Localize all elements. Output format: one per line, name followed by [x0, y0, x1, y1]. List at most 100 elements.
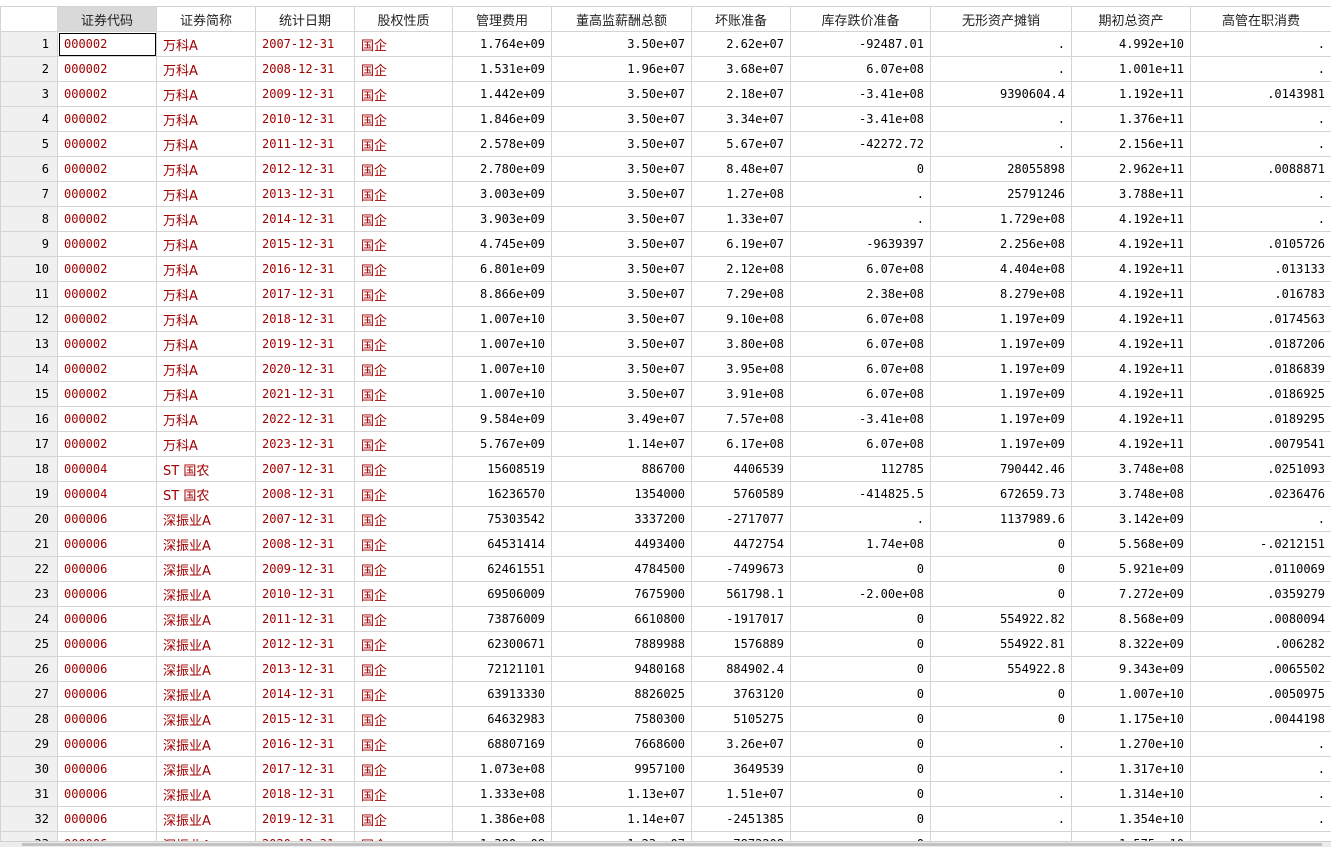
numeric-cell[interactable]: 64531414	[452, 531, 552, 557]
numeric-cell[interactable]: 1.197e+09	[930, 431, 1072, 457]
numeric-cell[interactable]: 0	[930, 581, 1072, 607]
string-cell[interactable]: 深振业A	[156, 806, 256, 832]
numeric-cell[interactable]: 62300671	[452, 631, 552, 657]
numeric-cell[interactable]: 8.48e+07	[691, 156, 791, 182]
numeric-cell[interactable]: 1.96e+07	[551, 56, 692, 82]
string-cell[interactable]: 000006	[57, 681, 157, 707]
numeric-cell[interactable]: 1.13e+07	[551, 781, 692, 807]
column-header[interactable]: 库存跌价准备	[790, 6, 931, 32]
numeric-cell[interactable]: .0080094	[1190, 606, 1331, 632]
row-number[interactable]: 9	[0, 231, 58, 257]
string-cell[interactable]: 国企	[354, 381, 453, 407]
numeric-cell[interactable]: 0	[790, 806, 931, 832]
numeric-cell[interactable]: 6.07e+08	[790, 381, 931, 407]
numeric-cell[interactable]: 1.197e+09	[930, 331, 1072, 357]
numeric-cell[interactable]: .0189295	[1190, 406, 1331, 432]
numeric-cell[interactable]: 6.19e+07	[691, 231, 791, 257]
row-number[interactable]: 25	[0, 631, 58, 657]
numeric-cell[interactable]: 1.317e+10	[1071, 756, 1191, 782]
numeric-cell[interactable]: 1.197e+09	[930, 306, 1072, 332]
row-number[interactable]: 6	[0, 156, 58, 182]
string-cell[interactable]: 国企	[354, 306, 453, 332]
numeric-cell[interactable]: 1.197e+09	[930, 381, 1072, 407]
string-cell[interactable]: 万科A	[156, 381, 256, 407]
numeric-cell[interactable]: 4.192e+11	[1071, 256, 1191, 282]
numeric-cell[interactable]: 1.007e+10	[452, 306, 552, 332]
numeric-cell[interactable]: 7.272e+09	[1071, 581, 1191, 607]
numeric-cell[interactable]: .0236476	[1190, 481, 1331, 507]
numeric-cell[interactable]: 790442.46	[930, 456, 1072, 482]
numeric-cell[interactable]: 1.729e+08	[930, 206, 1072, 232]
numeric-cell[interactable]: .	[930, 806, 1072, 832]
string-cell[interactable]: 深振业A	[156, 731, 256, 757]
string-cell[interactable]: 000006	[57, 731, 157, 757]
numeric-cell[interactable]: 672659.73	[930, 481, 1072, 507]
numeric-cell[interactable]: 4.192e+11	[1071, 331, 1191, 357]
string-cell[interactable]: 000006	[57, 806, 157, 832]
row-number[interactable]: 31	[0, 781, 58, 807]
numeric-cell[interactable]: 554922.8	[930, 656, 1072, 682]
string-cell[interactable]: 2008-12-31	[255, 56, 355, 82]
numeric-cell[interactable]: 8.322e+09	[1071, 631, 1191, 657]
numeric-cell[interactable]: .	[930, 756, 1072, 782]
numeric-cell[interactable]: .0110069	[1190, 556, 1331, 582]
numeric-cell[interactable]: 64632983	[452, 706, 552, 732]
string-cell[interactable]: 000002	[57, 131, 157, 157]
numeric-cell[interactable]: 7580300	[551, 706, 692, 732]
numeric-cell[interactable]: .	[790, 506, 931, 532]
numeric-cell[interactable]: 2.256e+08	[930, 231, 1072, 257]
numeric-cell[interactable]: 4.192e+11	[1071, 406, 1191, 432]
numeric-cell[interactable]: 2.578e+09	[452, 131, 552, 157]
numeric-cell[interactable]: 554922.81	[930, 631, 1072, 657]
row-number[interactable]: 26	[0, 656, 58, 682]
string-cell[interactable]: 国企	[354, 756, 453, 782]
numeric-cell[interactable]: -3.41e+08	[790, 81, 931, 107]
numeric-cell[interactable]: 3.50e+07	[551, 381, 692, 407]
row-number[interactable]: 14	[0, 356, 58, 382]
string-cell[interactable]: 国企	[354, 731, 453, 757]
numeric-cell[interactable]: 2.62e+07	[691, 31, 791, 57]
string-cell[interactable]: 000006	[57, 556, 157, 582]
row-number[interactable]: 2	[0, 56, 58, 82]
numeric-cell[interactable]: 2.962e+11	[1071, 156, 1191, 182]
numeric-cell[interactable]: 0	[790, 656, 931, 682]
numeric-cell[interactable]: 1.354e+10	[1071, 806, 1191, 832]
numeric-cell[interactable]: 3.50e+07	[551, 281, 692, 307]
numeric-cell[interactable]: .0186839	[1190, 356, 1331, 382]
numeric-cell[interactable]: 4.992e+10	[1071, 31, 1191, 57]
numeric-cell[interactable]: .	[1190, 31, 1331, 57]
string-cell[interactable]: ST 国农	[156, 481, 256, 507]
string-cell[interactable]: 2023-12-31	[255, 431, 355, 457]
row-number[interactable]: 27	[0, 681, 58, 707]
numeric-cell[interactable]: 72121101	[452, 656, 552, 682]
numeric-cell[interactable]: 6.07e+08	[790, 356, 931, 382]
numeric-cell[interactable]: .	[930, 31, 1072, 57]
string-cell[interactable]: 国企	[354, 781, 453, 807]
string-cell[interactable]: 2011-12-31	[255, 131, 355, 157]
string-cell[interactable]: 国企	[354, 556, 453, 582]
string-cell[interactable]: 2014-12-31	[255, 681, 355, 707]
string-cell[interactable]: 2007-12-31	[255, 31, 355, 57]
string-cell[interactable]: 万科A	[156, 281, 256, 307]
string-cell[interactable]: 000006	[57, 531, 157, 557]
numeric-cell[interactable]: -.0212151	[1190, 531, 1331, 557]
numeric-cell[interactable]: 3.50e+07	[551, 131, 692, 157]
numeric-cell[interactable]: 4493400	[551, 531, 692, 557]
numeric-cell[interactable]: 5760589	[691, 481, 791, 507]
numeric-cell[interactable]: 1.007e+10	[1071, 681, 1191, 707]
string-cell[interactable]: 深振业A	[156, 606, 256, 632]
numeric-cell[interactable]: 6.07e+08	[790, 431, 931, 457]
string-cell[interactable]: 2012-12-31	[255, 631, 355, 657]
numeric-cell[interactable]: 7889988	[551, 631, 692, 657]
string-cell[interactable]: 万科A	[156, 181, 256, 207]
string-cell[interactable]: 国企	[354, 31, 453, 57]
scrollbar-thumb[interactable]	[22, 843, 1322, 846]
numeric-cell[interactable]: 1137989.6	[930, 506, 1072, 532]
string-cell[interactable]: 2015-12-31	[255, 706, 355, 732]
numeric-cell[interactable]: -42272.72	[790, 131, 931, 157]
string-cell[interactable]: 万科A	[156, 81, 256, 107]
numeric-cell[interactable]: 6.07e+08	[790, 56, 931, 82]
numeric-cell[interactable]: .0359279	[1190, 581, 1331, 607]
row-number[interactable]: 19	[0, 481, 58, 507]
string-cell[interactable]: 万科A	[156, 356, 256, 382]
